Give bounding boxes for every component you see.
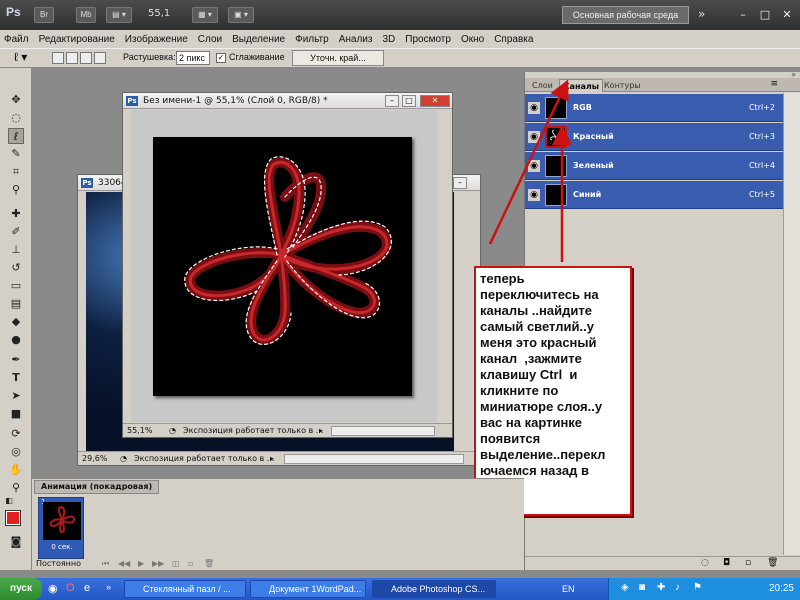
previous-frame-icon[interactable]: ◀◀ [118, 559, 130, 568]
tray-volume-icon[interactable]: ♪ [675, 582, 680, 593]
windows-taskbar: пуск ◉ O e » Стеклянный пазл / ... Докум… [0, 578, 800, 600]
task-label: Документ 1WordPad... [269, 584, 362, 594]
first-frame-icon[interactable]: ⏮ [102, 559, 109, 569]
firefox-quicklaunch-icon[interactable]: ◉ [48, 582, 58, 595]
task-label: Стеклянный пазл / ... [143, 584, 231, 594]
tween-icon[interactable]: ◫ [172, 559, 180, 568]
task-opera-window[interactable]: Стеклянный пазл / ... [124, 580, 246, 598]
loop-select[interactable]: Постоянно [36, 559, 81, 568]
animation-frame[interactable]: 1 0 сек. [38, 497, 84, 559]
system-tray: ◈ ◙ ✚ ♪ ⚑ 20:25 [608, 578, 800, 600]
duplicate-frame-icon[interactable]: ▫ [188, 559, 193, 568]
tray-app-icon[interactable]: ◈ [621, 582, 629, 593]
frame-delay-select[interactable]: 0 сек. [43, 543, 81, 551]
language-indicator[interactable]: EN [562, 578, 575, 600]
ie-quicklaunch-icon[interactable]: e [84, 582, 90, 594]
callout-text: теперь переключитесь на каналы ..найдите… [480, 271, 606, 494]
quicklaunch-more-icon[interactable]: » [106, 582, 111, 592]
tray-security-icon[interactable]: ⚑ [693, 582, 702, 593]
butterfly-thumbnail-icon [49, 505, 76, 534]
task-wordpad-window[interactable]: Документ 1WordPad... [250, 580, 366, 598]
next-frame-icon[interactable]: ▶▶ [152, 559, 164, 568]
task-label: Adobe Photoshop CS... [391, 584, 486, 594]
start-button[interactable]: пуск [0, 578, 42, 600]
arrow-to-channels-tab [488, 79, 569, 245]
opera-quicklaunch-icon[interactable]: O [66, 582, 75, 594]
clock: 20:25 [768, 583, 794, 594]
tray-network-icon[interactable]: ◙ [639, 582, 645, 593]
task-photoshop-window[interactable]: Adobe Photoshop CS... [372, 580, 496, 598]
delete-frame-icon[interactable]: 🗑 [204, 559, 214, 568]
animation-panel: Анимация (покадровая) 1 0 сек. Постоянно… [32, 478, 524, 570]
tab-animation[interactable]: Анимация (покадровая) [34, 480, 160, 494]
frame-thumbnail [43, 502, 81, 540]
tray-antivirus-icon[interactable]: ✚ [657, 582, 665, 593]
play-icon[interactable]: ▶ [138, 559, 144, 568]
